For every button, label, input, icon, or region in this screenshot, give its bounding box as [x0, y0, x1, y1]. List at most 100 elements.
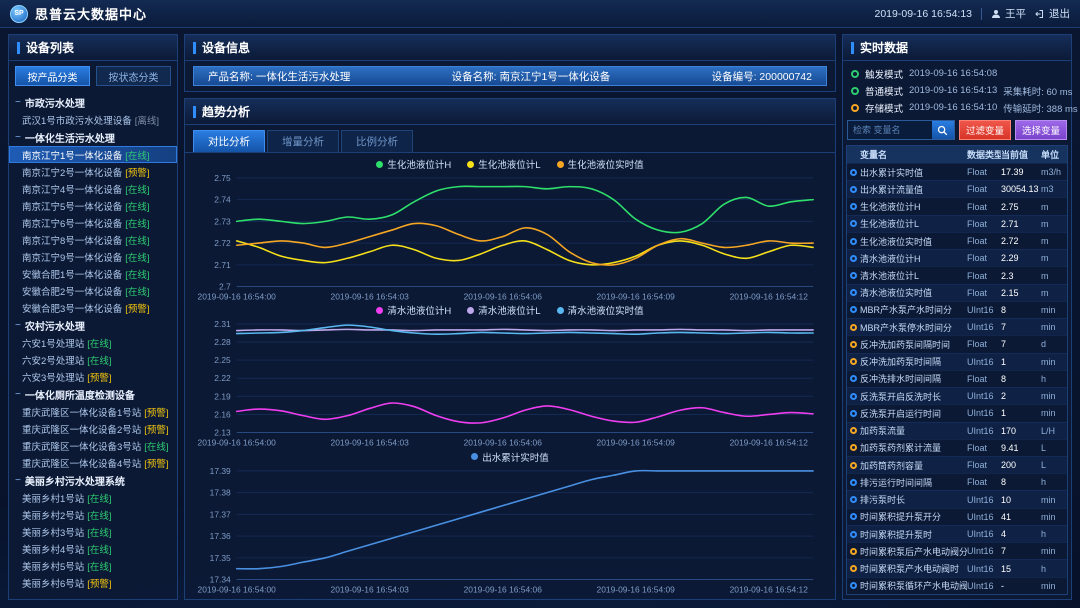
device-item[interactable]: 武汉1号市政污水处理设备[离线]: [9, 111, 177, 128]
legend-item[interactable]: 生化池液位实时值: [557, 157, 644, 171]
legend-item[interactable]: 生化池液位计H: [376, 157, 451, 171]
device-item[interactable]: 美丽乡村2号站[在线]: [9, 506, 177, 523]
collapse-icon: −: [15, 389, 21, 400]
device-name: 南京江宁9号一体化设备: [22, 250, 122, 264]
legend-item[interactable]: 清水池液位计L: [467, 303, 540, 317]
column-header: 当前值: [1001, 148, 1041, 161]
table-row[interactable]: 反洗泵开启运行时间UInt161min: [847, 404, 1067, 421]
table-row[interactable]: 生化池液位计LFloat2.71m: [847, 215, 1067, 232]
trend-tab[interactable]: 增量分析: [267, 130, 339, 152]
device-item[interactable]: 南京江宁6号一体化设备[在线]: [9, 214, 177, 231]
table-row[interactable]: 排污运行时间间隔Float8h: [847, 473, 1067, 490]
table-row[interactable]: 出水累计流量值Float30054.13m3: [847, 180, 1067, 197]
mode-row: 普通模式2019-09-16 16:54:13采集耗时: 60 ms: [843, 82, 1071, 99]
svg-text:2019-09-16 16:54:09: 2019-09-16 16:54:09: [597, 291, 676, 301]
column-header: 变量名: [860, 148, 967, 161]
device-group[interactable]: −市政污水处理: [9, 93, 177, 111]
filter-variables-button[interactable]: 过滤变量: [959, 120, 1011, 140]
table-row[interactable]: 时间累积提升泵时UInt164h: [847, 525, 1067, 542]
cell-unit: h: [1041, 374, 1067, 384]
cell-type: UInt16: [967, 391, 1001, 401]
search-input[interactable]: [848, 121, 932, 139]
table-row[interactable]: 出水累计实时值Float17.39m3/h: [847, 163, 1067, 180]
table-row[interactable]: 时间累积泵循环产水电动阀分UInt16-min: [847, 577, 1067, 594]
table-row[interactable]: 排污泵时长UInt1610min: [847, 490, 1067, 507]
device-group[interactable]: −一体化厕所温度检测设备: [9, 385, 177, 403]
device-item[interactable]: 美丽乡村6号站[预警]: [9, 574, 177, 591]
cell-value: 15: [1001, 564, 1041, 574]
status-badge: [在线]: [125, 182, 149, 196]
legend-dot-icon: [557, 161, 564, 168]
user-menu[interactable]: 王平: [991, 6, 1026, 21]
device-item[interactable]: 美丽乡村5号站[在线]: [9, 557, 177, 574]
column-header: 数据类型: [967, 148, 1001, 161]
device-item[interactable]: 美丽乡村1号站[在线]: [9, 489, 177, 506]
table-row[interactable]: 反冲洗加药泵时间隔UInt161min: [847, 353, 1067, 370]
device-item[interactable]: 重庆武隆区一体化设备3号站[在线]: [9, 437, 177, 454]
table-row[interactable]: 生化池液位实时值Float2.72m: [847, 232, 1067, 249]
device-item[interactable]: 安徽合肥3号一体化设备[预警]: [9, 299, 177, 316]
legend-item[interactable]: 清水池液位计H: [376, 303, 451, 317]
table-row[interactable]: 时间累积泵后产水电动阀分UInt167min: [847, 542, 1067, 559]
device-name: 美丽乡村3号站: [22, 525, 84, 539]
select-variables-button[interactable]: 选择变量: [1015, 120, 1067, 140]
table-row[interactable]: 加药泵流量UInt16170L/H: [847, 422, 1067, 439]
device-item[interactable]: 南京江宁9号一体化设备[在线]: [9, 248, 177, 265]
device-item[interactable]: 重庆武隆区一体化设备1号站[预警]: [9, 403, 177, 420]
table-row[interactable]: 清水池液位实时值Float2.15m: [847, 284, 1067, 301]
app-header: SP 思普云大数据中心 2019-09-16 16:54:13 王平 退出: [0, 0, 1080, 28]
device-item[interactable]: 南京江宁4号一体化设备[在线]: [9, 180, 177, 197]
table-row[interactable]: 时间累积提升泵开分UInt1641min: [847, 508, 1067, 525]
table-row[interactable]: 反洗泵开启反洗时长UInt162min: [847, 387, 1067, 404]
legend-dot-icon: [557, 307, 564, 314]
variables-table: 变量名数据类型当前值单位出水累计实时值Float17.39m3/h出水累计流量值…: [846, 145, 1068, 595]
device-item[interactable]: 南京江宁8号一体化设备[在线]: [9, 231, 177, 248]
device-item[interactable]: 重庆武隆区一体化设备2号站[预警]: [9, 420, 177, 437]
table-row[interactable]: 生化池液位计HFloat2.75m: [847, 197, 1067, 214]
device-group[interactable]: −农村污水处理: [9, 316, 177, 334]
table-row[interactable]: 加药泵药剂累计流量Float9.41L: [847, 439, 1067, 456]
table-row[interactable]: 清水池液位计HFloat2.29m: [847, 249, 1067, 266]
device-item[interactable]: 美丽乡村3号站[在线]: [9, 523, 177, 540]
table-row[interactable]: 清水池液位计LFloat2.3m: [847, 266, 1067, 283]
device-group[interactable]: −美丽乡村污水处理系统: [9, 471, 177, 489]
trend-tab[interactable]: 对比分析: [193, 130, 265, 152]
svg-text:17.39: 17.39: [210, 466, 231, 476]
table-row[interactable]: MBR产水泵产水时间分UInt168min: [847, 301, 1067, 318]
device-item[interactable]: 安徽合肥1号一体化设备[在线]: [9, 265, 177, 282]
status-badge: [预警]: [125, 165, 149, 179]
status-badge: [在线]: [87, 508, 111, 522]
logout-button[interactable]: 退出: [1035, 6, 1070, 21]
logout-icon: [1035, 9, 1045, 19]
device-item[interactable]: 南京江宁1号一体化设备[在线]: [9, 146, 177, 163]
legend-item[interactable]: 生化池液位计L: [467, 157, 540, 171]
trend-tab[interactable]: 比例分析: [341, 130, 413, 152]
table-row[interactable]: 反冲洗加药泵间隔时间Float7d: [847, 335, 1067, 352]
sidebar-tab[interactable]: 按产品分类: [15, 66, 90, 86]
device-group[interactable]: −一体化生活污水处理: [9, 128, 177, 146]
table-row[interactable]: MBR产水泵停水时间分UInt167min: [847, 318, 1067, 335]
legend-dot-icon: [376, 307, 383, 314]
table-row[interactable]: 时间累积泵产水电动阀时UInt1615h: [847, 559, 1067, 576]
table-row[interactable]: 加药筒药剂容量Float200L: [847, 456, 1067, 473]
svg-text:2.73: 2.73: [214, 216, 231, 226]
device-item[interactable]: 安徽合肥2号一体化设备[在线]: [9, 282, 177, 299]
device-item[interactable]: 南京江宁5号一体化设备[在线]: [9, 197, 177, 214]
device-item[interactable]: 六安1号处理站[在线]: [9, 334, 177, 351]
search-button[interactable]: [932, 121, 954, 139]
device-item[interactable]: 六安2号处理站[在线]: [9, 351, 177, 368]
device-item[interactable]: 南京江宁2号一体化设备[预警]: [9, 163, 177, 180]
device-item[interactable]: 重庆武隆区一体化设备4号站[预警]: [9, 454, 177, 471]
sidebar-tab[interactable]: 按状态分类: [96, 66, 171, 86]
status-badge: [预警]: [125, 301, 149, 315]
svg-text:2.31: 2.31: [214, 319, 231, 329]
status-badge: [在线]: [125, 216, 149, 230]
device-name: 南京江宁6号一体化设备: [22, 216, 122, 230]
table-row[interactable]: 反冲洗排水时间间隔Float8h: [847, 370, 1067, 387]
device-item[interactable]: 六安3号处理站[预警]: [9, 368, 177, 385]
legend-item[interactable]: 出水累计实时值: [471, 450, 549, 464]
legend-item[interactable]: 清水池液位实时值: [557, 303, 644, 317]
cell-unit: min: [1041, 581, 1067, 591]
device-item[interactable]: 美丽乡村4号站[在线]: [9, 540, 177, 557]
cell-value: 1: [1001, 357, 1041, 367]
